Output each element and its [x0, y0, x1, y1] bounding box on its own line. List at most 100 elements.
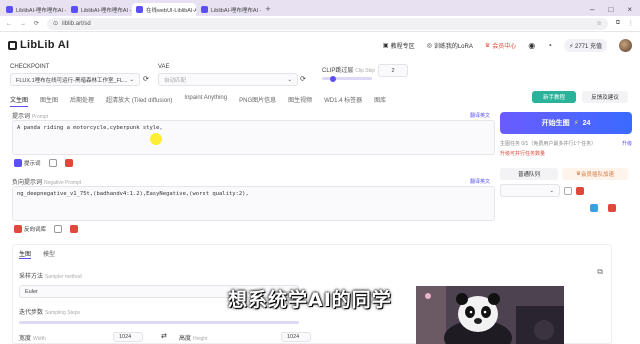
save-icon[interactable]	[590, 204, 598, 212]
avatar[interactable]	[619, 38, 632, 52]
prompt-library-button[interactable]: 提示词	[14, 159, 41, 167]
mouse-cursor-highlight	[150, 133, 162, 145]
browser-menu-icon[interactable]: ⋮	[628, 20, 634, 27]
width-label-text: 宽度	[19, 336, 32, 342]
trash-icon[interactable]	[70, 225, 79, 233]
slider-thumb[interactable]	[330, 75, 336, 82]
clip-value: 2	[391, 67, 395, 74]
browser-tab-active[interactable]: 在线webUI-LiblibAI-AI绘图工具×	[132, 3, 196, 16]
trash-icon[interactable]	[64, 159, 73, 167]
refresh-icon[interactable]: ⟳	[300, 75, 306, 83]
feedback-button[interactable]: 反馈及建议	[582, 91, 628, 103]
browser-tab[interactable]: LiblibAI-哩布哩布AI - 中国领先×	[197, 3, 261, 16]
normal-queue-label: 普通队列	[517, 172, 540, 178]
tab-generate[interactable]: 生图	[19, 249, 32, 259]
negative-tools: 反向词库	[14, 225, 79, 233]
tab-img2video[interactable]: 图生视频	[288, 95, 312, 107]
address-bar-row: ← → ⟳ ⊙ liblib.art/sd ☆ ⧉ ⋮	[0, 16, 640, 32]
train-icon: ◎	[426, 42, 432, 49]
tab-txt2img[interactable]: 文生图	[10, 95, 29, 107]
favicon-icon	[6, 6, 13, 13]
train-lora-link[interactable]: ◎ 训练我的LoRA	[427, 41, 473, 50]
style-select[interactable]: ⌄	[500, 184, 560, 197]
prompt-label: 提示词 Prompt	[12, 111, 48, 120]
sampler-label: 采样方法 Sampler method	[19, 271, 82, 280]
site-info-icon[interactable]: ⊙	[53, 20, 58, 27]
forward-icon[interactable]: →	[20, 21, 26, 27]
prompt-textarea[interactable]: A panda riding a motorcycle,cyberpunk st…	[12, 120, 495, 155]
task-line: 生图任务 0/1（免费用户最多并行1个任务）	[500, 141, 597, 147]
message-icon[interactable]: ◉	[528, 41, 535, 50]
negative-label: 负向提示词 Negative Prompt	[12, 177, 81, 186]
swap-icon[interactable]: ⇄	[161, 332, 167, 340]
translate-prompt-link[interactable]: 翻译英文	[470, 112, 490, 119]
negative-icon	[14, 225, 22, 233]
back-icon[interactable]: ←	[6, 21, 12, 27]
width-input[interactable]: 1024	[113, 332, 143, 342]
url-text: liblib.art/sd	[62, 20, 91, 27]
history-icon[interactable]	[54, 225, 63, 233]
vip-queue-button[interactable]: ♛ 会员插队加速	[562, 168, 628, 180]
clip-label-text: CLIP跳过层	[322, 68, 354, 74]
refresh-icon[interactable]: ⟳	[143, 75, 149, 83]
function-tabs: 文生图 图生图 后期处理 超清放大 (Tiled diffusion) Inpa…	[10, 95, 386, 107]
generate-button[interactable]: 开始生图 ⚡ 24	[500, 112, 632, 134]
browser-tab[interactable]: LiblibAI-哩布哩布AI - 中国领先×	[2, 3, 66, 16]
tab-wd-tagger[interactable]: WD1.4 标签器	[324, 95, 362, 107]
tab-inpaint-anything[interactable]: Inpaint Anything	[184, 95, 227, 107]
sampler-label-text: 采样方法	[19, 274, 44, 280]
sampler-sublabel: Sampler method	[44, 274, 82, 280]
liblib-logo[interactable]: LibLib AI	[8, 39, 69, 51]
tab-postprocess[interactable]: 后期处理	[70, 95, 94, 107]
close-window-icon[interactable]: ×	[627, 3, 632, 16]
checkpoint-label-text: CHECKPOINT	[10, 64, 50, 70]
bookmark-star-icon[interactable]: ☆	[596, 20, 601, 27]
copy-icon[interactable]: ⧉	[597, 267, 603, 277]
height-input[interactable]: 1024	[281, 332, 311, 342]
site-header: LibLib AI ▣ 教程专区 ◎ 训练我的LoRA ♛ 会员中心 ◉ ◔ ⚡ 27…	[0, 32, 640, 58]
clip-slider[interactable]	[322, 75, 372, 82]
checkpoint-select[interactable]: FLUX.1哩布在线可运行-黑暗森林工作室_FL... ⌄	[10, 73, 140, 86]
edit-icon[interactable]	[564, 186, 572, 195]
tutorial-label: 教程专区	[390, 43, 415, 50]
minimize-icon[interactable]: –	[590, 3, 594, 16]
trash-icon[interactable]	[576, 186, 584, 195]
tab-model[interactable]: 模型	[43, 249, 55, 259]
member-center-link[interactable]: ♛ 会员中心	[485, 41, 516, 50]
tab-png-info[interactable]: PNG图片信息	[239, 95, 276, 107]
tab-img2img[interactable]: 图生图	[40, 95, 58, 107]
maximize-icon[interactable]: □	[608, 3, 613, 16]
negative-library-button[interactable]: 反向词库	[14, 225, 46, 233]
clip-label: CLIP跳过层 Clip Skip	[322, 65, 375, 74]
new-tab-button[interactable]: +	[262, 3, 274, 16]
train-lora-label: 训练我的LoRA	[433, 43, 473, 50]
steps-label-text: 迭代步数	[19, 310, 44, 316]
tab-tiled-diffusion[interactable]: 超清放大 (Tiled diffusion)	[106, 95, 172, 107]
negative-textarea[interactable]: ng_deepnegative_v1_75t,(badhandv4:1.2),E…	[12, 186, 495, 221]
points-recharge[interactable]: ⚡ 2771 充值	[564, 38, 607, 52]
reload-icon[interactable]: ⟳	[34, 20, 39, 27]
style-tools	[590, 204, 616, 212]
delete-icon[interactable]	[608, 204, 616, 212]
prompt-text: A panda riding a motorcycle,cyberpunk st…	[17, 125, 163, 131]
url-field[interactable]: ⊙ liblib.art/sd ☆	[47, 17, 608, 30]
upgrade-link[interactable]: 升级	[622, 140, 632, 147]
newbie-tutorial-button[interactable]: 新手教程	[532, 91, 576, 103]
prompt-icon	[14, 159, 22, 167]
tab-gallery[interactable]: 图库	[374, 95, 386, 107]
steps-slider[interactable]	[19, 321, 299, 324]
translate-negative-link[interactable]: 翻译英文	[470, 178, 490, 185]
vae-select[interactable]: 自动匹配 ⌄	[158, 73, 298, 86]
clip-sublabel: Clip Skip	[355, 68, 376, 74]
tab-title: LiblibAI-哩布哩布AI - 中国领先	[16, 7, 66, 14]
extensions-icon[interactable]: ⧉	[616, 20, 620, 27]
clip-value-input[interactable]: 2	[378, 64, 408, 77]
normal-queue-button[interactable]: 普通队列	[500, 168, 558, 180]
tutorial-link[interactable]: ▣ 教程专区	[383, 41, 415, 50]
generate-cost: 24	[582, 119, 591, 127]
bell-icon[interactable]: ◔	[547, 41, 552, 50]
history-icon[interactable]	[48, 159, 57, 167]
browser-tab[interactable]: LiblibAI-哩布哩布AI - 中国领先×	[67, 3, 131, 16]
steps-sublabel: Sampling Steps	[44, 310, 80, 316]
newbie-label: 新手教程	[542, 95, 565, 101]
